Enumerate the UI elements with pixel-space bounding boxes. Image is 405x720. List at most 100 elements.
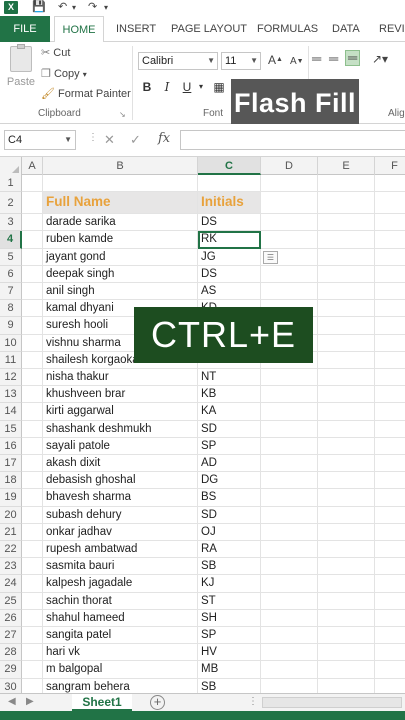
full-name-cell[interactable]: m balgopal [43,661,198,679]
cell-f[interactable] [375,403,405,421]
cell-e[interactable] [318,541,375,559]
cell-d[interactable] [261,283,318,301]
cell-d[interactable] [261,644,318,662]
cell-a[interactable] [22,523,43,541]
cell-f[interactable] [375,352,405,369]
row-header[interactable]: 29 [0,661,22,679]
horizontal-scrollbar[interactable] [262,697,402,708]
cell-f[interactable] [375,644,405,662]
copy-button[interactable]: ❐ Copy ▾ [41,67,87,82]
row-header[interactable]: 4 [0,231,22,249]
cell-a[interactable] [22,214,43,232]
cell-f[interactable] [375,627,405,645]
initials-cell[interactable]: AD [198,455,261,473]
cell-f[interactable] [375,283,405,301]
cell-e[interactable] [318,627,375,645]
formula-input[interactable] [180,130,405,150]
cell-a[interactable] [22,558,43,576]
row-header[interactable]: 18 [0,472,22,490]
cell-f[interactable] [375,317,405,335]
column-header-c[interactable]: C [198,157,261,175]
cell-a[interactable] [22,283,43,301]
cell-e[interactable] [318,192,375,215]
full-name-cell[interactable]: Full Name [43,192,198,215]
row-header[interactable]: 23 [0,558,22,576]
cell-a[interactable] [22,334,43,352]
row-header[interactable]: 30 [0,678,22,693]
cell-a[interactable] [22,661,43,679]
cell-f[interactable] [375,679,405,693]
cell-a[interactable] [22,369,43,387]
row-header[interactable]: 16 [0,437,22,455]
underline-dropdown-icon[interactable]: ▾ [194,79,208,95]
cell-a[interactable] [22,386,43,404]
cell-d[interactable] [261,609,318,627]
cell-e[interactable] [318,592,375,610]
row-header[interactable]: 6 [0,265,22,283]
row-header[interactable]: 26 [0,609,22,627]
cell-e[interactable] [318,265,375,283]
full-name-cell[interactable]: ruben kamde [43,231,198,249]
full-name-cell[interactable]: onkar jadhav [43,523,198,541]
cell-e[interactable] [318,351,375,369]
cell-e[interactable] [318,369,375,387]
cell-f[interactable] [375,593,405,610]
cell-a[interactable] [22,678,43,693]
prev-sheet-icon[interactable]: ◀ [8,696,16,707]
add-sheet-icon[interactable]: + [150,695,165,710]
orientation-icon[interactable]: ↗▾ [372,52,388,66]
full-name-cell[interactable]: sangram behera [43,678,198,693]
cell-d[interactable] [261,558,318,576]
row-header[interactable]: 8 [0,300,22,318]
full-name-cell[interactable]: akash dixit [43,455,198,473]
initials-cell[interactable]: ST [198,592,261,610]
row-header[interactable]: 10 [0,334,22,352]
cell-f[interactable] [375,472,405,490]
cell-e[interactable] [318,609,375,627]
cell-a[interactable] [22,609,43,627]
clipboard-launcher-icon[interactable]: ↘ [119,108,126,122]
cell-d[interactable] [261,420,318,438]
initials-cell[interactable] [198,175,261,193]
full-name-cell[interactable]: anil singh [43,283,198,301]
row-header[interactable]: 15 [0,420,22,438]
customize-qat-icon[interactable]: ▾ [104,1,108,14]
cell-d[interactable] [261,489,318,507]
cell-f[interactable] [375,558,405,576]
cell-d[interactable] [261,472,318,490]
cell-d[interactable] [261,627,318,645]
cell-e[interactable] [318,661,375,679]
cell-e[interactable] [318,317,375,335]
initials-cell[interactable]: KB [198,386,261,404]
cell-a[interactable] [22,248,43,266]
cell-f[interactable] [375,661,405,679]
paste-button[interactable]: Paste [6,44,36,89]
tab-data[interactable]: DATA [332,16,360,42]
cell-d[interactable] [261,678,318,693]
cell-d[interactable] [261,523,318,541]
initials-cell[interactable]: Initials [198,192,261,215]
cell-a[interactable] [22,455,43,473]
save-icon[interactable]: 💾 [32,1,46,14]
row-header[interactable]: 9 [0,317,22,335]
row-header[interactable]: 17 [0,455,22,473]
row-header[interactable]: 19 [0,489,22,507]
column-header-f[interactable]: F [375,157,405,175]
font-name-select[interactable]: Calibri ▼ [138,52,218,70]
row-header[interactable]: 7 [0,283,22,301]
full-name-cell[interactable]: sayali patole [43,437,198,455]
cell-e[interactable] [318,175,375,193]
borders-icon[interactable]: ▦ [212,79,226,95]
initials-cell[interactable]: SD [198,420,261,438]
cell-d[interactable] [261,192,318,215]
cell-a[interactable] [22,351,43,369]
next-sheet-icon[interactable]: ▶ [26,696,34,707]
cell-a[interactable] [22,192,43,215]
cell-e[interactable] [318,644,375,662]
cell-f[interactable] [375,335,405,352]
cell-e[interactable] [318,283,375,301]
name-box[interactable]: C4 ▼ [4,130,76,150]
initials-cell[interactable]: HV [198,644,261,662]
cell-d[interactable] [261,506,318,524]
cell-e[interactable] [318,455,375,473]
